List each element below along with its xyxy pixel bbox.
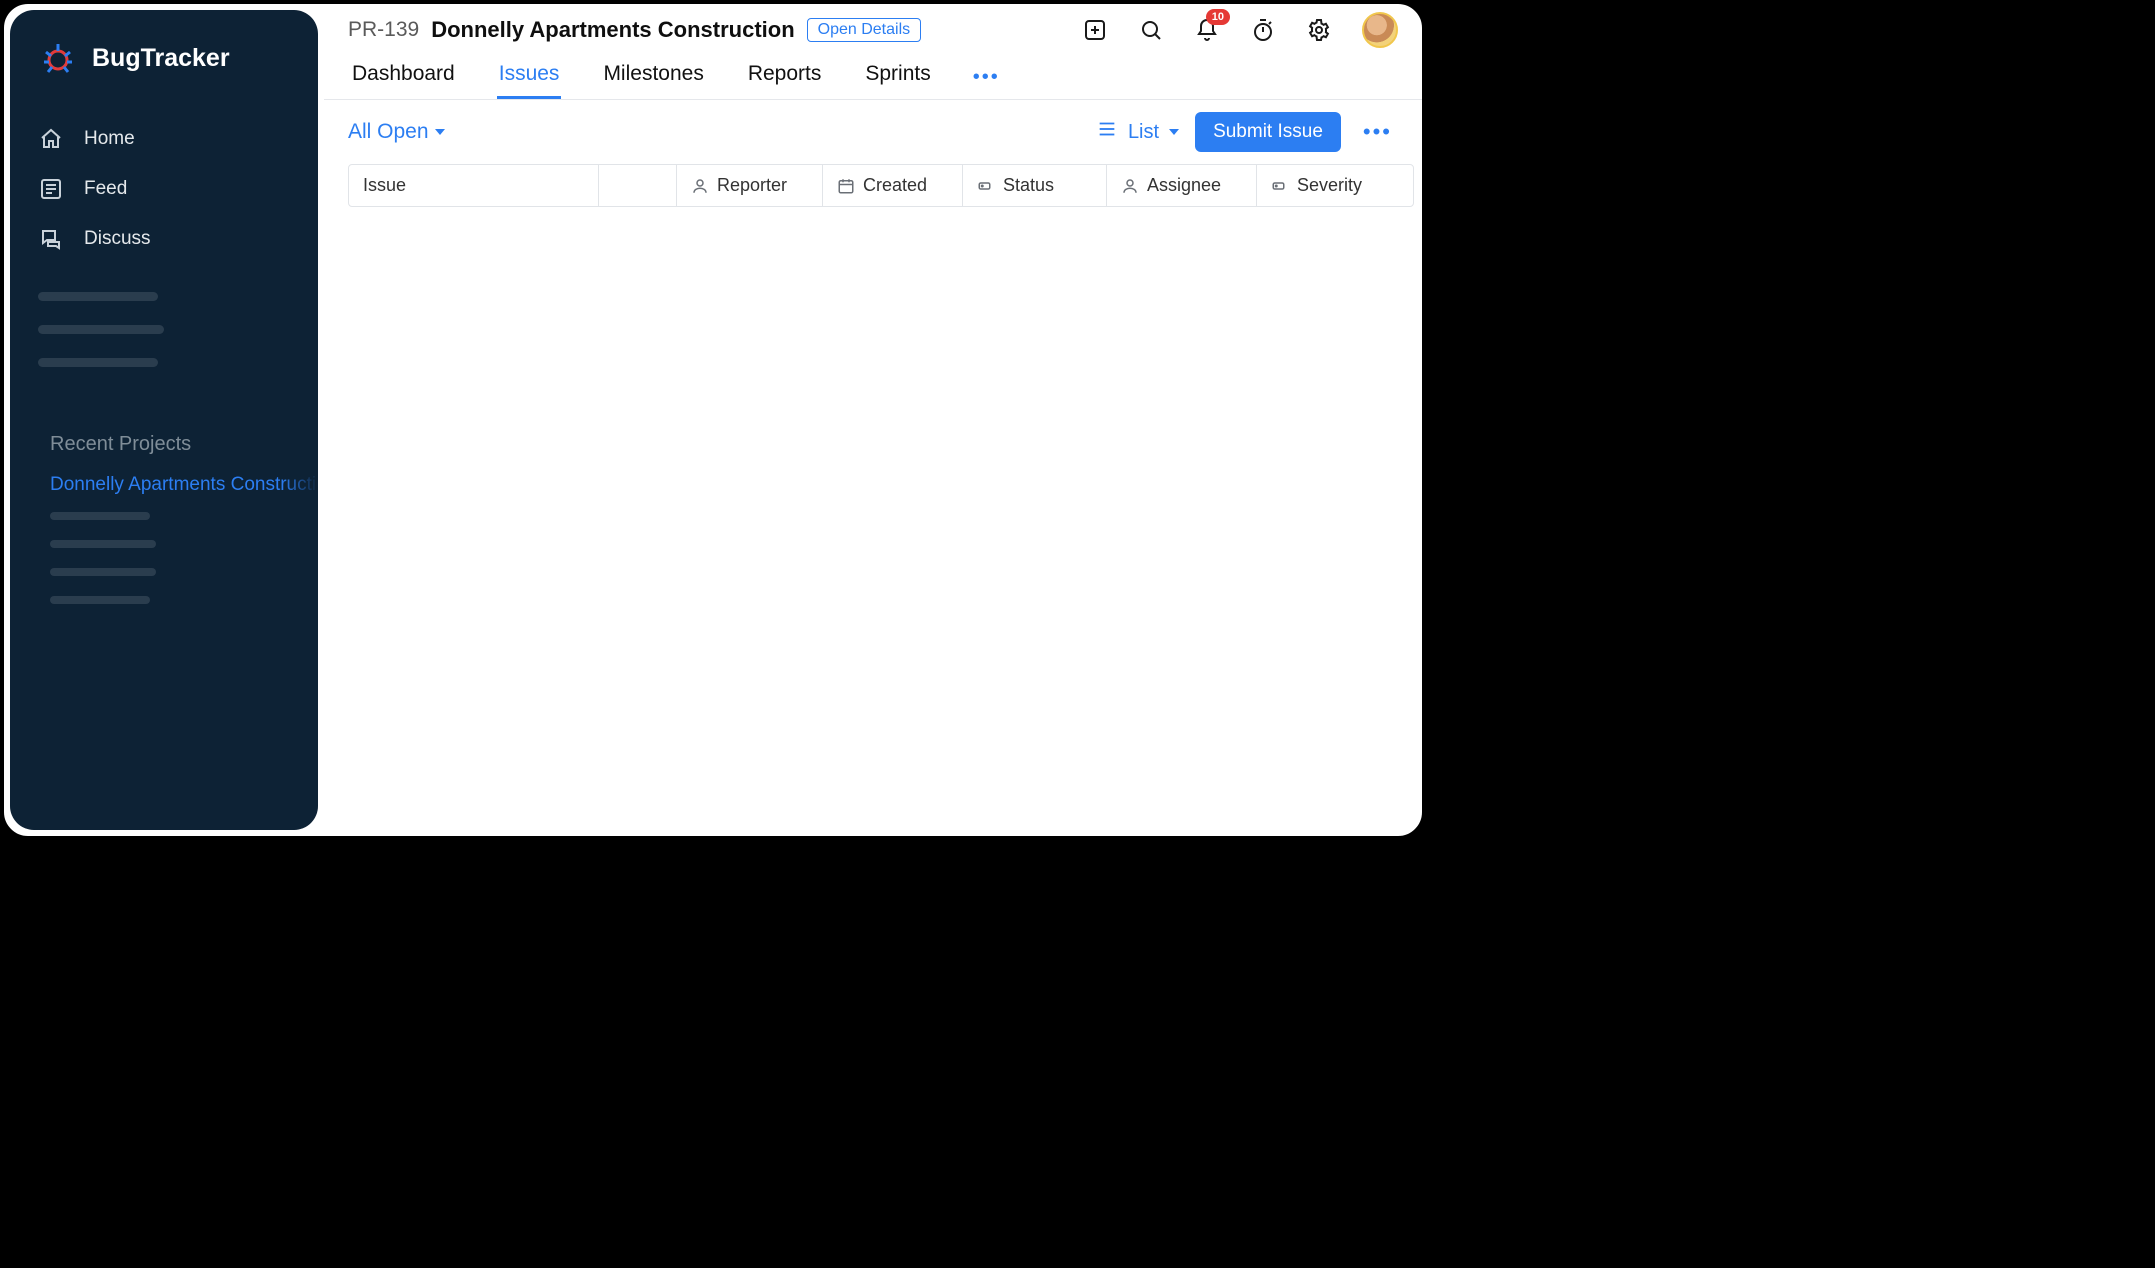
column-assignee[interactable]: Assignee [1107,165,1257,206]
project-id: PR-139 [348,18,419,42]
nav-label: Home [84,128,135,150]
home-icon [38,126,64,152]
column-severity[interactable]: Severity [1257,165,1413,206]
column-created[interactable]: Created [823,165,963,206]
notifications-icon[interactable]: 10 [1194,17,1220,43]
tab-reports[interactable]: Reports [746,56,824,99]
column-label: Status [1003,175,1054,196]
discuss-icon [38,226,64,252]
recent-project-item[interactable]: Donnelly Apartments Construction [10,466,318,504]
skeleton-line [38,325,164,334]
column-blank[interactable] [599,165,677,206]
bug-logo-icon [38,38,78,78]
brand: BugTracker [10,38,318,104]
tab-sprints[interactable]: Sprints [863,56,932,99]
tab-dashboard[interactable]: Dashboard [350,56,457,99]
project-name: Donnelly Apartments Construction [431,17,794,43]
tabs-more-icon[interactable]: ••• [973,66,1000,99]
filter-dropdown[interactable]: All Open [348,120,445,144]
brand-name: BugTracker [92,44,230,73]
tag-icon [977,177,995,195]
column-status[interactable]: Status [963,165,1107,206]
feed-icon [38,176,64,202]
person-icon [691,177,709,195]
sidebar: BugTracker Home Feed [10,10,318,830]
tag-icon [1271,177,1289,195]
issues-table: Issue Reporter Created [324,164,1422,207]
column-issue[interactable]: Issue [349,165,599,206]
nav-feed[interactable]: Feed [10,164,318,214]
column-label: Severity [1297,175,1362,196]
recent-projects-title: Recent Projects [10,391,318,466]
skeleton-line [50,540,156,548]
app-frame: BugTracker Home Feed [0,0,1426,840]
tab-milestones[interactable]: Milestones [601,56,705,99]
nav-label: Feed [84,178,127,200]
nav-skeleton [10,274,318,391]
submit-issue-button[interactable]: Submit Issue [1195,112,1341,152]
header-row: PR-139 Donnelly Apartments Construction … [348,12,1404,48]
nav-home[interactable]: Home [10,114,318,164]
recent-skeleton [10,504,318,632]
list-icon [1096,118,1118,146]
add-icon[interactable] [1082,17,1108,43]
view-label: List [1128,121,1159,144]
user-avatar[interactable] [1362,12,1398,48]
settings-icon[interactable] [1306,17,1332,43]
column-label: Created [863,175,927,196]
column-label: Issue [363,175,406,196]
skeleton-line [50,596,150,604]
filter-label: All Open [348,120,429,144]
tabs: Dashboard Issues Milestones Reports Spri… [348,56,1404,99]
more-actions-icon[interactable]: ••• [1357,119,1398,145]
skeleton-line [50,568,156,576]
open-details-button[interactable]: Open Details [807,18,922,42]
filter-bar: All Open List Submit Issue ••• [324,100,1422,164]
skeleton-line [50,512,150,520]
header: PR-139 Donnelly Apartments Construction … [324,4,1422,100]
column-reporter[interactable]: Reporter [677,165,823,206]
nav-discuss[interactable]: Discuss [10,214,318,264]
nav-label: Discuss [84,228,151,250]
skeleton-line [38,358,158,367]
header-icons: 10 [1082,12,1404,48]
column-label: Assignee [1147,175,1221,196]
calendar-icon [837,177,855,195]
person-icon [1121,177,1139,195]
view-dropdown[interactable]: List [1096,118,1179,146]
tab-issues[interactable]: Issues [497,56,562,99]
nav-items: Home Feed Discuss [10,104,318,274]
column-label: Reporter [717,175,787,196]
table-header-row: Issue Reporter Created [348,164,1414,207]
timer-icon[interactable] [1250,17,1276,43]
main: PR-139 Donnelly Apartments Construction … [324,4,1422,836]
search-icon[interactable] [1138,17,1164,43]
chevron-down-icon [1169,129,1179,135]
chevron-down-icon [435,129,445,135]
notifications-badge: 10 [1206,9,1230,25]
skeleton-line [38,292,158,301]
